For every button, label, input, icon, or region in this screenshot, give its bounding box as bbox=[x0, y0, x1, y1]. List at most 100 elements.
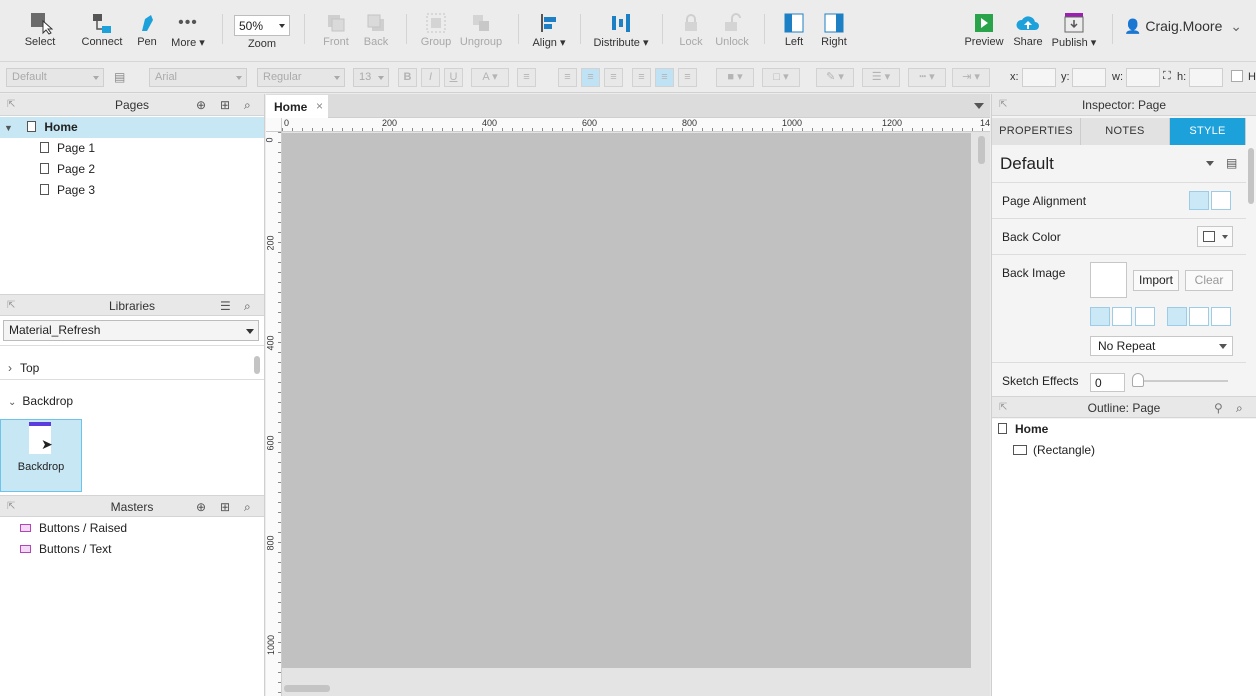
arrow-style-icon[interactable]: ⇥ ▾ bbox=[952, 68, 990, 87]
font-select[interactable]: Arial bbox=[149, 68, 247, 87]
search-icon[interactable]: ⌕ bbox=[244, 496, 251, 518]
master-item-buttons-text[interactable]: Buttons / Text bbox=[0, 539, 264, 560]
sketch-slider-track[interactable] bbox=[1138, 380, 1228, 382]
valign-bottom-icon[interactable]: ≡ bbox=[678, 68, 697, 87]
share-button[interactable]: Share bbox=[1010, 10, 1046, 48]
tab-style[interactable]: STYLE bbox=[1170, 118, 1246, 145]
front-button[interactable]: Front bbox=[318, 10, 354, 48]
library-scrollbar[interactable] bbox=[254, 356, 260, 374]
pin-icon[interactable]: ⇱ bbox=[999, 94, 1007, 116]
zoom-select[interactable]: 50% bbox=[234, 15, 290, 36]
tab-properties[interactable]: PROPERTIES bbox=[992, 118, 1081, 145]
close-icon[interactable]: × bbox=[316, 99, 323, 113]
font-size-select[interactable]: 13 bbox=[353, 68, 389, 87]
shadow-icon[interactable]: □ ▾ bbox=[762, 68, 800, 87]
pin-icon[interactable]: ⇱ bbox=[999, 397, 1007, 419]
align-center-icon[interactable]: ≡ bbox=[581, 68, 600, 87]
search-icon[interactable]: ⌕ bbox=[1236, 397, 1243, 419]
image-align-middle-icon[interactable] bbox=[1189, 307, 1209, 326]
italic-icon[interactable]: I bbox=[421, 68, 440, 87]
pin-icon[interactable]: ⇱ bbox=[7, 94, 15, 116]
page-item-page-1[interactable]: Page 1 bbox=[0, 138, 264, 159]
add-folder-icon[interactable]: ⊞ bbox=[220, 496, 230, 518]
valign-middle-icon[interactable]: ≡ bbox=[655, 68, 674, 87]
outline-item-home[interactable]: Home bbox=[992, 419, 1256, 440]
rectangle-shape[interactable] bbox=[282, 133, 971, 668]
repeat-select[interactable]: No Repeat bbox=[1090, 336, 1233, 356]
tab-notes[interactable]: NOTES bbox=[1081, 118, 1170, 145]
align-menu[interactable]: Align ▾ bbox=[528, 10, 570, 49]
library-group-backdrop[interactable]: ⌄ Backdrop bbox=[0, 391, 264, 412]
clear-button[interactable]: Clear bbox=[1185, 270, 1233, 291]
sketch-value-input[interactable]: 0 bbox=[1090, 373, 1125, 392]
user-menu[interactable]: 👤 Craig.Moore ⌄ bbox=[1124, 18, 1242, 35]
align-left-icon[interactable]: ≡ bbox=[558, 68, 577, 87]
right-panel-toggle[interactable]: Right bbox=[816, 10, 852, 48]
group-button[interactable]: Group bbox=[418, 10, 454, 48]
connect-tool[interactable]: Connect bbox=[78, 10, 126, 48]
tab-overflow-icon[interactable] bbox=[974, 103, 984, 109]
lock-aspect-icon[interactable]: ⛶ bbox=[1163, 70, 1171, 83]
page-item-page-2[interactable]: Page 2 bbox=[0, 159, 264, 180]
style-edit-icon[interactable]: ▤ bbox=[114, 70, 125, 84]
width-input[interactable] bbox=[1126, 68, 1160, 87]
back-button[interactable]: Back bbox=[358, 10, 394, 48]
add-page-icon[interactable]: ⊕ bbox=[196, 94, 206, 116]
image-align-top-icon[interactable] bbox=[1167, 307, 1187, 326]
y-input[interactable] bbox=[1072, 68, 1106, 87]
ungroup-button[interactable]: Ungroup bbox=[458, 10, 504, 48]
font-weight-select[interactable]: Regular bbox=[257, 68, 345, 87]
add-master-icon[interactable]: ⊕ bbox=[196, 496, 206, 518]
bold-icon[interactable]: B bbox=[398, 68, 417, 87]
align-center-page-icon[interactable] bbox=[1211, 191, 1231, 210]
filter-icon[interactable]: ⚲ bbox=[1214, 397, 1223, 419]
vertical-scrollbar[interactable] bbox=[978, 136, 985, 164]
more-menu[interactable]: ••• More ▾ bbox=[168, 10, 208, 49]
menu-icon[interactable]: ☰ bbox=[220, 295, 231, 317]
pin-icon[interactable]: ⇱ bbox=[7, 496, 15, 518]
image-align-bottom-icon[interactable] bbox=[1211, 307, 1231, 326]
line-style-icon[interactable]: ┅ ▾ bbox=[908, 68, 946, 87]
style-select[interactable]: Default bbox=[6, 68, 104, 87]
style-edit-icon[interactable]: ▤ bbox=[1226, 156, 1237, 170]
inspector-scrollbar[interactable] bbox=[1248, 148, 1254, 204]
image-align-left-icon[interactable] bbox=[1090, 307, 1110, 326]
height-input[interactable] bbox=[1189, 68, 1223, 87]
image-align-center-icon[interactable] bbox=[1112, 307, 1132, 326]
search-icon[interactable]: ⌕ bbox=[244, 295, 251, 317]
image-align-right-icon[interactable] bbox=[1135, 307, 1155, 326]
left-panel-toggle[interactable]: Left bbox=[778, 10, 810, 48]
page-item-home[interactable]: ▼ Home bbox=[0, 117, 264, 138]
line-color-icon[interactable]: ✎ ▾ bbox=[816, 68, 854, 87]
library-group-top[interactable]: › Top bbox=[0, 358, 264, 380]
pen-tool[interactable]: Pen bbox=[132, 10, 162, 48]
font-color-icon[interactable]: A ▾ bbox=[471, 68, 509, 87]
line-width-icon[interactable]: ☰ ▾ bbox=[862, 68, 900, 87]
back-color-picker[interactable] bbox=[1197, 226, 1233, 247]
sketch-slider-thumb[interactable] bbox=[1132, 373, 1144, 387]
lock-button[interactable]: Lock bbox=[674, 10, 708, 48]
x-input[interactable] bbox=[1022, 68, 1056, 87]
align-left-page-icon[interactable] bbox=[1189, 191, 1209, 210]
bullet-list-icon[interactable]: ≡ bbox=[517, 68, 536, 87]
backdrop-widget[interactable]: Backdrop ➤ bbox=[0, 419, 82, 492]
horizontal-scrollbar[interactable] bbox=[284, 685, 330, 692]
search-icon[interactable]: ⌕ bbox=[244, 94, 251, 116]
import-button[interactable]: Import bbox=[1133, 270, 1179, 291]
hidden-checkbox[interactable] bbox=[1231, 70, 1243, 82]
fill-color-icon[interactable]: ■ ▾ bbox=[716, 68, 754, 87]
master-item-buttons-raised[interactable]: Buttons / Raised bbox=[0, 518, 264, 539]
pin-icon[interactable]: ⇱ bbox=[7, 295, 15, 317]
tab-home[interactable]: Home × bbox=[266, 95, 328, 118]
outline-item-rectangle[interactable]: (Rectangle) bbox=[992, 440, 1256, 461]
publish-menu[interactable]: Publish ▾ bbox=[1050, 10, 1098, 49]
preview-button[interactable]: Preview bbox=[964, 10, 1004, 48]
style-selector[interactable]: Default ▤ bbox=[992, 145, 1246, 183]
unlock-button[interactable]: Unlock bbox=[712, 10, 752, 48]
select-tool[interactable]: Select bbox=[10, 10, 70, 48]
library-select[interactable]: Material_Refresh bbox=[3, 320, 259, 341]
design-canvas[interactable] bbox=[282, 133, 971, 668]
align-right-icon[interactable]: ≡ bbox=[604, 68, 623, 87]
underline-icon[interactable]: U bbox=[444, 68, 463, 87]
add-folder-icon[interactable]: ⊞ bbox=[220, 94, 230, 116]
